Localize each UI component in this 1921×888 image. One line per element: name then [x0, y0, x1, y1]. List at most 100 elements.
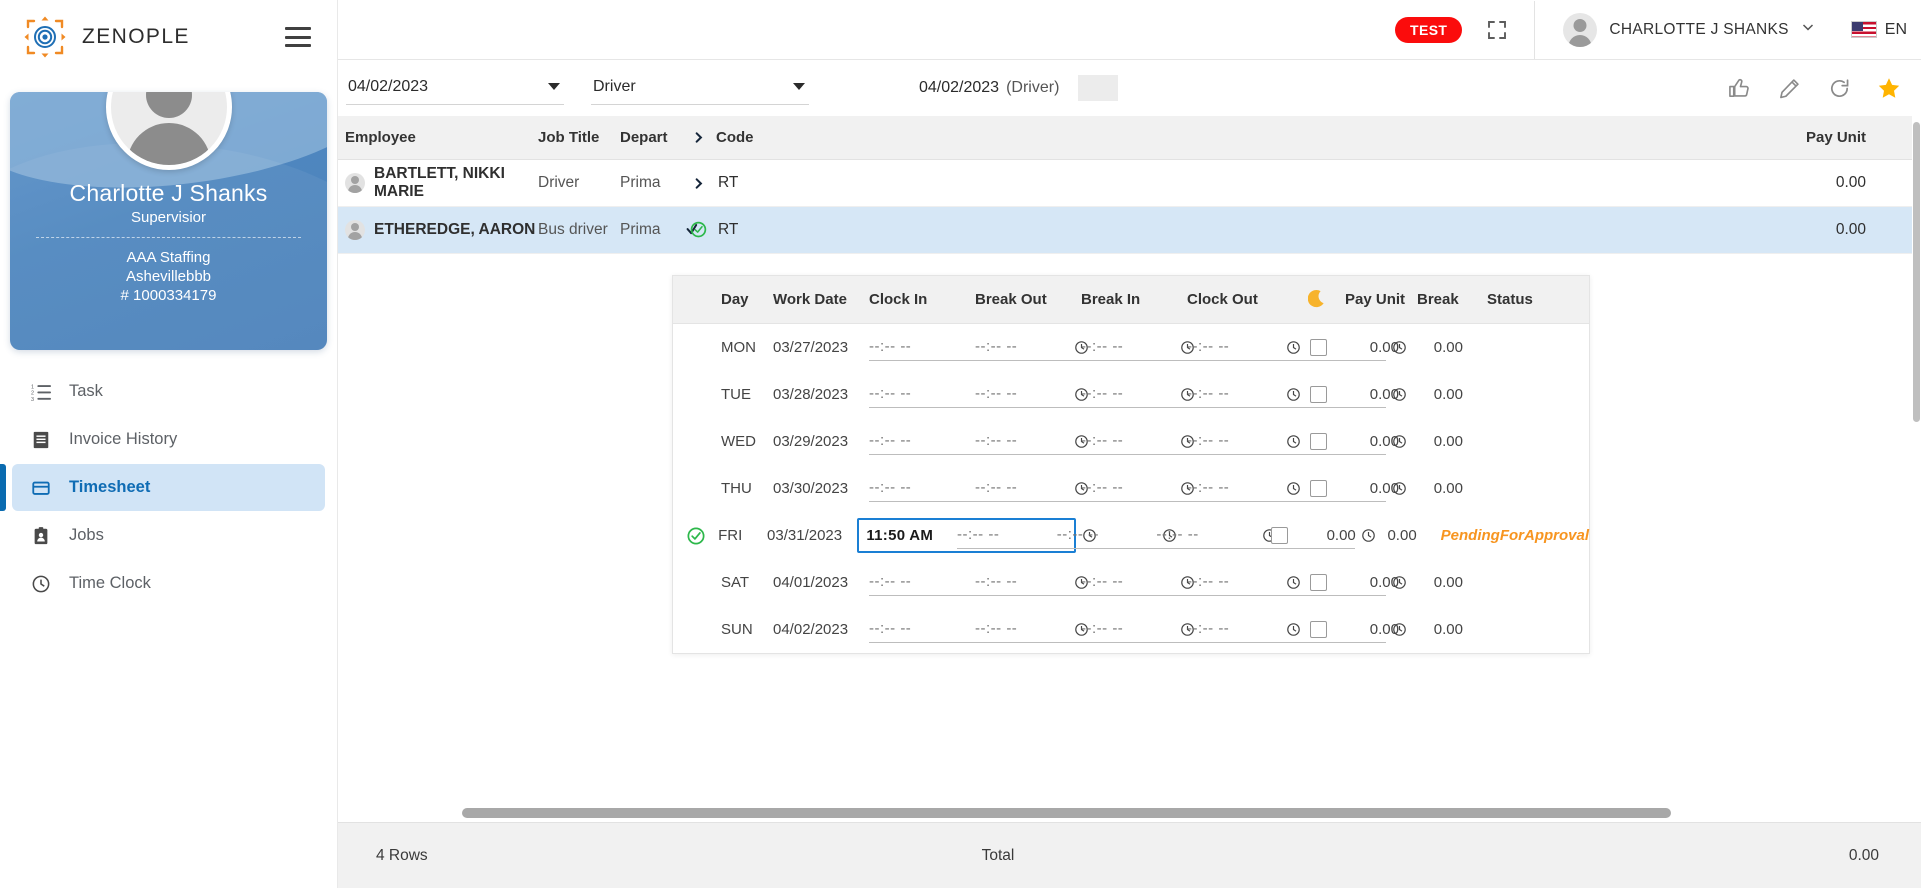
profile-role: Supervisior — [130, 209, 207, 226]
hamburger-menu-icon[interactable] — [285, 27, 311, 47]
filter-toolbar: 04/02/2023 Driver 04/02/2023 (Driver) — [338, 60, 1921, 116]
table-row[interactable]: BARTLETT, NIKKI MARIE Driver Prima RT 0.… — [338, 160, 1921, 207]
day-cell: MON — [721, 339, 756, 356]
vertical-scrollbar[interactable] — [1912, 60, 1921, 822]
sidebar-item-invoice-history[interactable]: Invoice History — [12, 416, 325, 463]
divider — [1534, 0, 1536, 59]
department-cell: Prima — [620, 174, 661, 191]
application-root: ZENOPLE Charlotte J Shanks Supervisior A… — [0, 0, 1921, 888]
pay-unit-cell: 0.00 — [1835, 221, 1866, 238]
column-header-day: Day — [721, 291, 749, 308]
role-filter-dropdown[interactable]: Driver — [591, 71, 809, 105]
svg-text:3: 3 — [31, 397, 34, 402]
sidebar-item-label: Task — [69, 382, 103, 400]
profile-branch: Ashevillebbb — [125, 268, 212, 285]
user-name-label: CHARLOTTE J SHANKS — [1609, 20, 1789, 38]
context-date: 04/02/2023 — [919, 79, 1000, 96]
timesheet-detail-panel: Day Work Date Clock In Break Out Break I… — [672, 275, 1590, 654]
night-shift-checkbox[interactable] — [1309, 574, 1327, 591]
timesheet-row[interactable]: SAT 04/01/2023 0.00 0.00 — [673, 559, 1589, 606]
svg-text:2: 2 — [31, 390, 34, 396]
svg-text:1: 1 — [31, 384, 34, 390]
divider — [36, 237, 301, 238]
pay-unit-cell: 0.00 — [1369, 386, 1399, 403]
clipboard-person-icon — [30, 525, 52, 547]
timesheet-row[interactable]: SUN 04/02/2023 0.00 0.00 — [673, 606, 1589, 653]
timesheet-grid-area: Employee Job Title Depart Code Pay Unit … — [338, 116, 1921, 822]
thumbs-up-icon[interactable] — [1727, 76, 1751, 100]
clock-icon — [30, 573, 52, 595]
star-icon[interactable] — [1877, 76, 1901, 100]
total-value: 0.00 — [1848, 846, 1879, 864]
timesheet-row[interactable]: TUE 03/28/2023 0.00 0.00 — [673, 371, 1589, 418]
night-shift-checkbox[interactable] — [1309, 621, 1327, 638]
sidebar-item-jobs[interactable]: Jobs — [12, 512, 325, 559]
detail-table-header: Day Work Date Clock In Break Out Break I… — [673, 276, 1589, 324]
date-filter-dropdown[interactable]: 04/02/2023 — [346, 71, 564, 105]
job-title-cell: Bus driver — [538, 221, 608, 238]
chevron-right-icon[interactable] — [680, 177, 716, 190]
chevron-down-icon[interactable] — [1801, 20, 1815, 39]
sidebar-item-label: Invoice History — [69, 430, 178, 448]
timesheet-detail-wrapper: Day Work Date Clock In Break Out Break I… — [338, 254, 1921, 654]
pay-unit-cell: 0.00 — [1369, 621, 1399, 638]
language-selector[interactable]: EN — [1850, 21, 1907, 39]
timesheet-row[interactable]: MON 03/27/2023 0.00 0.00 — [673, 324, 1589, 371]
work-date-cell: 03/27/2023 — [773, 339, 849, 356]
zenople-logo-icon — [22, 14, 68, 60]
table-row[interactable]: ETHEREDGE, AARON Bus driver Prima RT 0.0… — [338, 207, 1921, 254]
sidebar-item-task[interactable]: 1 2 3 Task — [12, 368, 325, 415]
pay-unit-cell: 0.00 — [1369, 339, 1399, 356]
sidebar-nav: 1 2 3 Task Invoice History Timesheet Job… — [0, 368, 337, 607]
fullscreen-icon[interactable] — [1486, 19, 1508, 41]
avatar — [1563, 12, 1598, 47]
sidebar-item-time-clock[interactable]: Time Clock — [12, 560, 325, 607]
chevron-down-icon — [793, 83, 805, 90]
night-shift-checkbox[interactable] — [1309, 386, 1327, 403]
moon-icon — [1293, 289, 1343, 310]
column-header-clock-out: Clock Out — [1187, 291, 1258, 308]
timesheet-row[interactable]: FRI 03/31/2023 0.00 0.00 PendingForApproval — [673, 512, 1589, 559]
work-date-cell: 03/29/2023 — [773, 433, 849, 450]
main-content: TEST CHARLOTTE J SHANKS EN 04/02/2023 Dr… — [338, 0, 1921, 888]
column-header-work-date: Work Date — [773, 291, 847, 308]
scrollbar-thumb[interactable] — [1913, 122, 1920, 422]
night-shift-checkbox[interactable] — [1309, 339, 1327, 356]
pencil-edit-icon[interactable] — [1777, 76, 1801, 100]
refresh-icon[interactable] — [1827, 76, 1851, 100]
break-cell: 0.00 — [1433, 339, 1463, 356]
department-cell: Prima — [620, 221, 661, 238]
night-shift-checkbox[interactable] — [1309, 480, 1327, 497]
status-badge: PendingForApproval — [1440, 527, 1590, 544]
profile-company: AAA Staffing — [126, 249, 211, 266]
profile-id: # 1000334179 — [120, 287, 217, 304]
timesheet-row[interactable]: WED 03/29/2023 0.00 0.00 — [673, 418, 1589, 465]
context-placeholder-box — [1078, 75, 1119, 101]
user-menu[interactable]: CHARLOTTE J SHANKS — [1563, 12, 1815, 47]
night-shift-checkbox[interactable] — [1309, 433, 1327, 450]
column-header-pay-unit: Pay Unit — [1345, 291, 1406, 308]
total-label: Total — [981, 846, 1015, 864]
pay-unit-cell: 0.00 — [1369, 480, 1399, 497]
sidebar-item-timesheet[interactable]: Timesheet — [0, 464, 325, 511]
scrollbar-thumb[interactable] — [462, 808, 1671, 818]
day-cell: TUE — [721, 386, 751, 403]
context-label: 04/02/2023 (Driver) — [919, 75, 1119, 101]
column-header-job-title: Job Title — [538, 129, 600, 146]
role-filter-value: Driver — [593, 77, 636, 95]
horizontal-scrollbar[interactable] — [338, 804, 1921, 822]
timesheet-row[interactable]: THU 03/30/2023 0.00 0.00 — [673, 465, 1589, 512]
sidebar-item-label: Time Clock — [69, 574, 151, 592]
break-cell: 0.00 — [1433, 386, 1463, 403]
check-circle-icon[interactable] — [680, 220, 716, 240]
column-header-status: Status — [1487, 291, 1533, 308]
employee-name: BARTLETT, NIKKI MARIE — [374, 165, 505, 200]
break-cell: 0.00 — [1433, 574, 1463, 591]
avatar — [345, 220, 365, 240]
day-cell: FRI — [718, 527, 743, 544]
column-header-clock-in: Clock In — [869, 291, 928, 308]
list-numbered-icon: 1 2 3 — [30, 381, 52, 403]
night-shift-checkbox[interactable] — [1271, 527, 1289, 544]
test-environment-badge[interactable]: TEST — [1395, 16, 1463, 43]
code-cell: RT — [718, 174, 739, 191]
